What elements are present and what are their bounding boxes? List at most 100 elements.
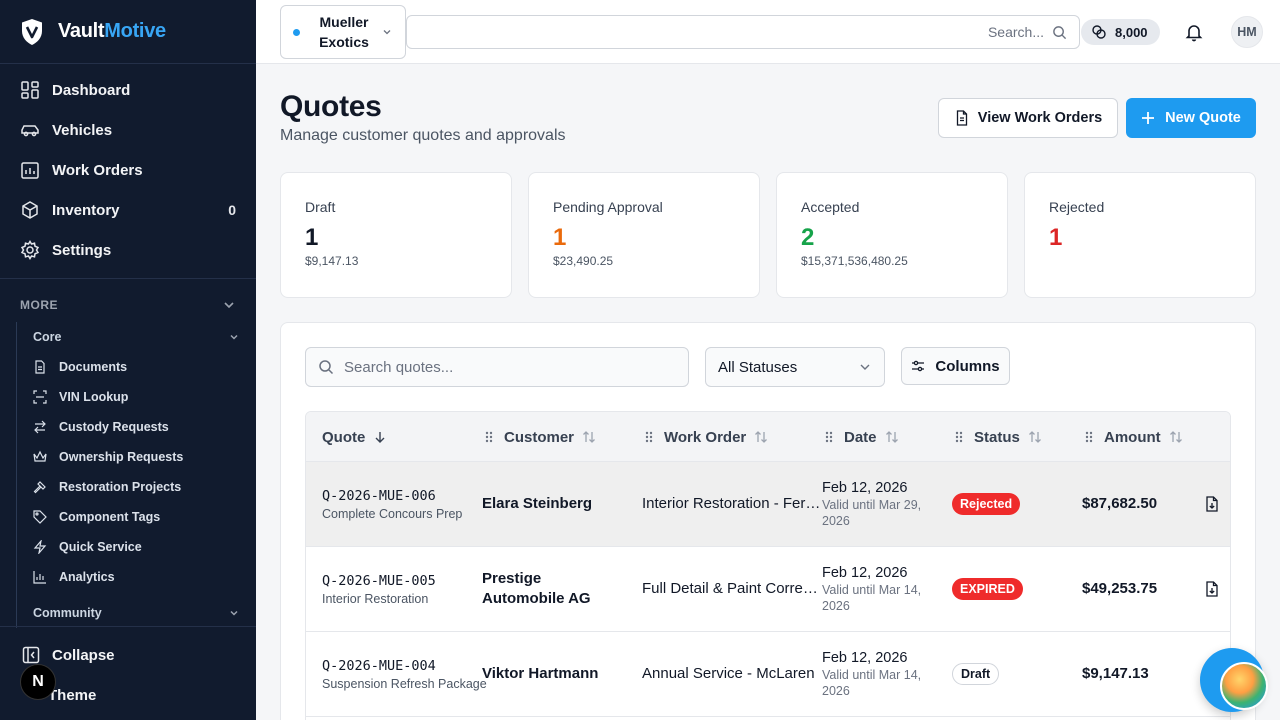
column-header-quote[interactable]: Quote: [322, 412, 387, 462]
coins-icon: [1092, 25, 1106, 39]
stat-amount: $9,147.13: [305, 254, 359, 268]
stat-card-pending-approval[interactable]: Pending Approval 1 $23,490.25: [528, 172, 760, 298]
sidebar-item-documents[interactable]: Documents: [17, 352, 256, 382]
table-row[interactable]: Q-2026-MUE-004 Suspension Refresh Packag…: [306, 632, 1230, 717]
community-group-toggle[interactable]: Community: [17, 598, 256, 628]
top-bar: Mueller Exotics Search... 8,000 HM: [256, 0, 1280, 64]
pdf-download-icon[interactable]: [1204, 496, 1220, 512]
sort-desc-icon: [375, 432, 385, 443]
brand[interactable]: VaultMotive: [0, 0, 256, 64]
drag-handle-icon[interactable]: [644, 430, 654, 444]
view-work-orders-button[interactable]: View Work Orders: [938, 98, 1118, 138]
box-icon: [22, 201, 38, 219]
sidebar-item-inventory[interactable]: Inventory 0: [0, 190, 256, 230]
sidebar-item-dashboard[interactable]: Dashboard: [0, 70, 256, 110]
status-filter-value: All Statuses: [718, 358, 798, 376]
credits-badge[interactable]: 8,000: [1081, 19, 1160, 45]
stat-value: 1: [305, 224, 319, 251]
sidebar-item-quick-service[interactable]: Quick Service: [17, 532, 256, 562]
shop-selector[interactable]: Mueller Exotics: [280, 5, 406, 59]
dev-tools-badge[interactable]: N: [20, 664, 56, 700]
sidebar-item-restoration-projects[interactable]: Restoration Projects: [17, 472, 256, 502]
crown-icon: [33, 450, 47, 462]
stat-card-draft[interactable]: Draft 1 $9,147.13: [280, 172, 512, 298]
date-cell: Feb 12, 2026 Valid until Mar 14, 2026: [822, 565, 922, 614]
column-header-work-order[interactable]: Work Order: [644, 412, 768, 462]
drag-handle-icon[interactable]: [1084, 430, 1094, 444]
search-placeholder: Search...: [987, 24, 1044, 40]
quote-description: Interior Restoration: [322, 592, 429, 606]
quote-search-input[interactable]: Search quotes...: [305, 347, 689, 387]
column-header-customer[interactable]: Customer: [484, 412, 596, 462]
bell-icon[interactable]: [1184, 22, 1204, 42]
search-icon: [1053, 25, 1067, 39]
more-section-toggle[interactable]: MORE: [0, 278, 256, 322]
sort-icon: [1028, 431, 1041, 443]
table-row[interactable]: Q-2026-MUE-005 Interior Restoration Pres…: [306, 547, 1230, 632]
chevron-down-icon: [383, 30, 391, 35]
sidebar-item-label: Ownership Requests: [59, 450, 184, 464]
stat-card-accepted[interactable]: Accepted 2 $15,371,536,480.25: [776, 172, 1008, 298]
stat-label: Rejected: [1049, 199, 1105, 215]
core-group-toggle[interactable]: Core: [17, 322, 256, 352]
columns-label: Columns: [935, 357, 1000, 375]
status-badge: EXPIRED: [952, 578, 1023, 600]
drag-handle-icon[interactable]: [484, 430, 494, 444]
status-filter-select[interactable]: All Statuses: [705, 347, 885, 387]
work-order: Annual Service - McLaren: [642, 665, 815, 682]
sidebar-item-label: Custody Requests: [59, 420, 169, 434]
column-label: Amount: [1104, 428, 1161, 446]
sidebar-item-label: Dashboard: [52, 81, 131, 99]
sidebar-item-analytics[interactable]: Analytics: [17, 562, 256, 592]
sort-icon: [755, 431, 768, 443]
stat-card-rejected[interactable]: Rejected 1: [1024, 172, 1256, 298]
search-icon: [319, 360, 334, 375]
global-search-input[interactable]: Search...: [406, 15, 1080, 49]
column-header-status[interactable]: Status: [954, 412, 1042, 462]
sidebar-item-label: Documents: [59, 360, 128, 374]
chevron-down-icon: [230, 334, 238, 340]
status-badge: Rejected: [952, 493, 1021, 515]
sidebar-item-component-tags[interactable]: Component Tags: [17, 502, 256, 532]
document-icon: [35, 360, 45, 374]
sidebar-item-vin-lookup[interactable]: VIN Lookup: [17, 382, 256, 412]
collapse-label: Collapse: [52, 646, 115, 664]
quote-cell: Q-2026-MUE-004 Suspension Refresh Packag…: [322, 658, 487, 691]
user-avatar[interactable]: HM: [1231, 16, 1263, 48]
scan-icon: [33, 390, 47, 404]
column-label: Date: [844, 428, 877, 446]
status-cell: Draft: [952, 663, 1000, 685]
sidebar-item-custody-requests[interactable]: Custody Requests: [17, 412, 256, 442]
column-header-date[interactable]: Date: [824, 412, 899, 462]
column-header-amount[interactable]: Amount: [1084, 412, 1183, 462]
quote-date: Feb 12, 2026: [822, 565, 908, 581]
sidebar-item-vehicles[interactable]: Vehicles: [0, 110, 256, 150]
valid-until: Valid until Mar 14, 2026: [822, 668, 922, 698]
quote-id: Q-2026-MUE-006: [322, 488, 436, 504]
sidebar-item-label: Analytics: [59, 570, 115, 584]
drag-handle-icon[interactable]: [954, 430, 964, 444]
columns-button[interactable]: Columns: [901, 347, 1010, 385]
community-label: Community: [33, 606, 102, 620]
new-quote-button[interactable]: New Quote: [1126, 98, 1256, 138]
pdf-download-icon[interactable]: [1204, 581, 1220, 597]
sort-icon: [885, 431, 898, 443]
sort-icon: [583, 431, 595, 443]
new-quote-label: New Quote: [1165, 110, 1241, 126]
column-label: Status: [974, 428, 1020, 446]
column-label: Work Order: [664, 428, 747, 446]
sidebar-item-work-orders[interactable]: Work Orders: [0, 150, 256, 190]
tag-icon: [33, 510, 47, 524]
assistant-fab-button[interactable]: [1200, 648, 1268, 712]
stat-amount: $23,490.25: [553, 254, 614, 268]
credits-value: 8,000: [1115, 24, 1148, 40]
quote-description: Complete Concours Prep: [322, 507, 463, 521]
sidebar-item-label: Component Tags: [59, 510, 161, 524]
sidebar-item-settings[interactable]: Settings: [0, 230, 256, 270]
quote-date: Feb 12, 2026: [822, 650, 908, 666]
customer-name: Prestige Automobile AG: [482, 570, 591, 607]
shop-name: Mueller Exotics: [319, 14, 369, 50]
sidebar-item-ownership-requests[interactable]: Ownership Requests: [17, 442, 256, 472]
table-row[interactable]: Q-2026-MUE-006 Complete Concours Prep El…: [306, 462, 1230, 547]
drag-handle-icon[interactable]: [824, 430, 834, 444]
